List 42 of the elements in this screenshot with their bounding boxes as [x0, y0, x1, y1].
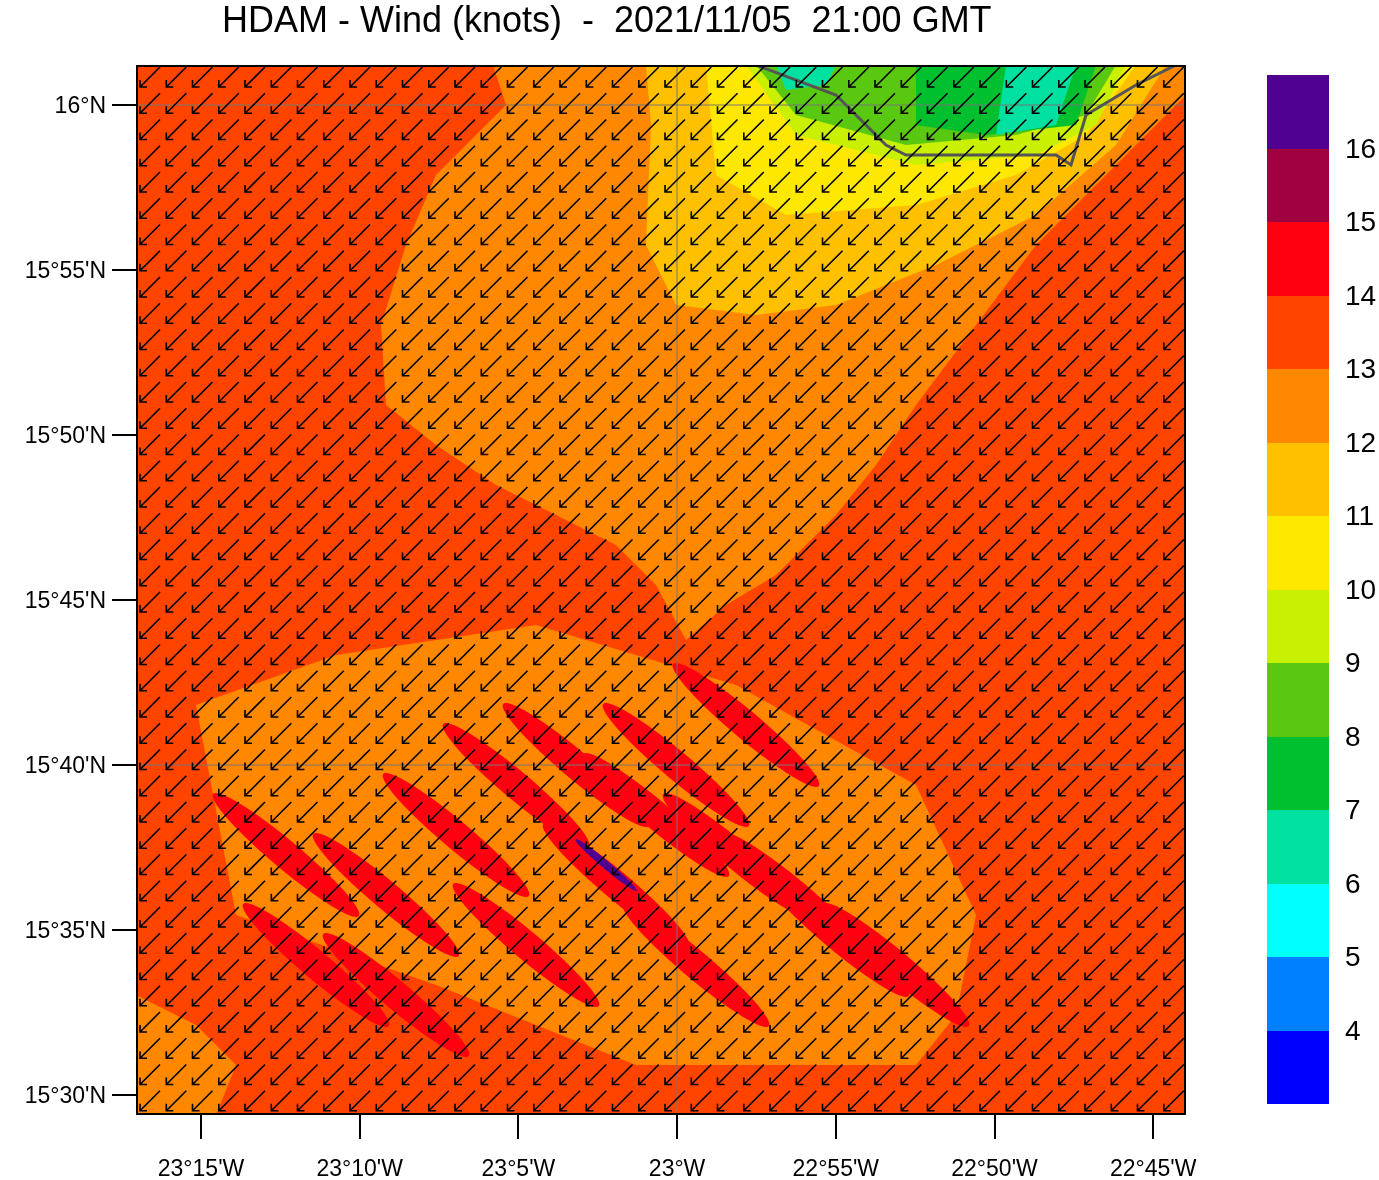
axis-tick	[112, 104, 136, 106]
latitude-label: 15°55'N	[24, 257, 106, 283]
axis-tick	[112, 599, 136, 601]
axis-tick	[112, 929, 136, 931]
latitude-label: 15°45'N	[24, 587, 106, 613]
longitude-label: 23°10'W	[316, 1155, 403, 1180]
colorbar-label: 5	[1345, 942, 1361, 972]
longitude-label: 22°45'W	[1109, 1155, 1197, 1180]
axis-tick	[517, 1115, 520, 1139]
colorbar-label: 14	[1345, 280, 1377, 311]
axis-tick	[112, 269, 136, 271]
latitude-label: 15°50'N	[24, 422, 106, 448]
colorbar-label: 10	[1345, 574, 1377, 605]
colorbar-label: 8	[1345, 721, 1361, 752]
latitude-label: 15°40'N	[24, 752, 106, 778]
chart-title: HDAM - Wind (knots) - 2021/11/05 21:00 GMT	[222, 0, 992, 40]
colorbar-label: 7	[1345, 795, 1361, 825]
colorbar-label: 11	[1345, 501, 1375, 531]
colorbar-label: 13	[1345, 354, 1377, 384]
latitude-label: 15°35'N	[24, 917, 106, 943]
colorbar-label: 4	[1345, 1015, 1361, 1046]
longitude-label: 23°5'W	[481, 1155, 556, 1180]
axis-tick	[358, 1115, 361, 1139]
axis-tick	[112, 764, 136, 766]
longitude-label: 22°55'W	[792, 1155, 880, 1180]
axis-tick	[1152, 1115, 1155, 1139]
colorbar-label: 16	[1345, 133, 1377, 164]
latitude-label: 15°30'N	[24, 1082, 106, 1108]
longitude-label: 23°15'W	[157, 1155, 245, 1180]
colorbar-label: 9	[1345, 648, 1361, 678]
axis-tick	[676, 1115, 679, 1139]
longitude-label: 23°W	[648, 1155, 706, 1180]
colorbar-label: 12	[1345, 427, 1377, 458]
longitude-label: 22°50'W	[951, 1155, 1038, 1180]
axis-tick	[200, 1115, 202, 1139]
axis-tick	[112, 1094, 136, 1096]
colorbar-label: 15	[1345, 207, 1377, 237]
latitude-label: 16°N	[54, 92, 106, 118]
axis-tick	[993, 1115, 996, 1139]
axis-tick	[112, 434, 136, 436]
axis-tick	[834, 1115, 837, 1139]
colorbar-label: 6	[1345, 868, 1361, 899]
